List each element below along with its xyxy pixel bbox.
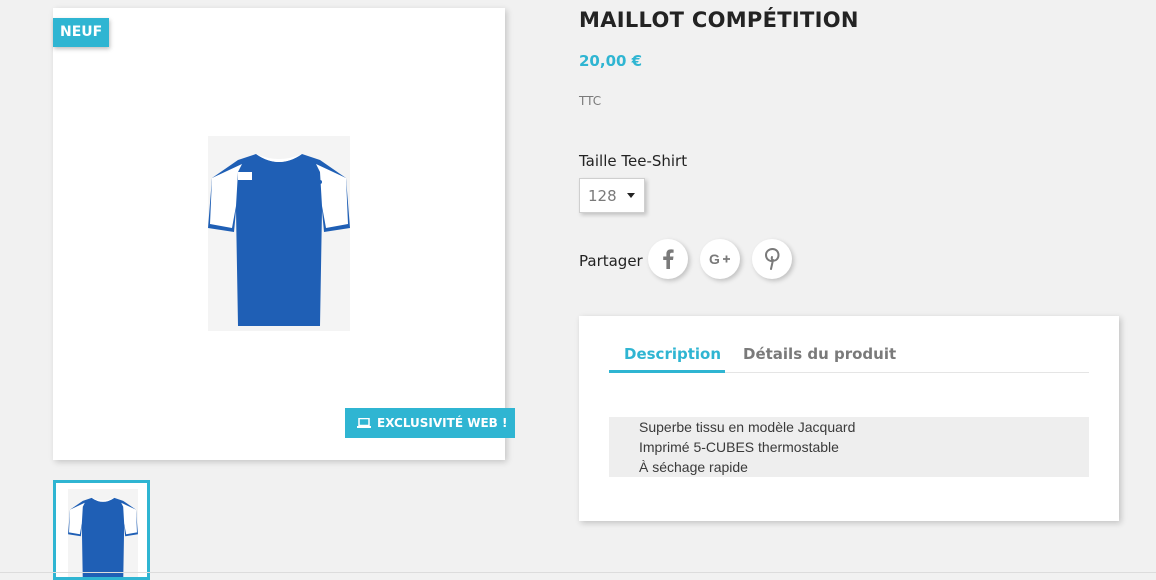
new-badge: NEUF <box>53 18 110 47</box>
tax-label: TTC <box>579 94 602 108</box>
thumbnail-photo <box>68 489 138 577</box>
facebook-icon <box>663 249 674 269</box>
pinterest-icon <box>764 248 780 270</box>
product-price: 20,00 € <box>579 52 643 70</box>
google-plus-icon: G <box>709 252 730 266</box>
chevron-down-icon <box>626 193 635 198</box>
jersey-thumbnail-image <box>68 497 138 577</box>
description-line: À séchage rapide <box>639 459 748 475</box>
pinterest-share-button[interactable] <box>752 239 792 279</box>
tab-product-details[interactable]: Détails du produit <box>743 345 896 363</box>
size-select[interactable]: 128 <box>579 178 645 213</box>
facebook-share-button[interactable] <box>648 239 688 279</box>
description-line: Superbe tissu en modèle Jacquard <box>639 419 856 435</box>
tab-description[interactable]: Description <box>624 345 721 363</box>
jersey-image <box>208 154 350 326</box>
section-divider <box>0 572 1156 573</box>
size-label: Taille Tee-Shirt <box>579 152 688 170</box>
laptop-icon <box>357 418 371 428</box>
product-title: MAILLOT COMPÉTITION <box>579 8 859 32</box>
web-exclusive-badge: EXCLUSIVITÉ WEB ! <box>345 408 516 438</box>
description-line: Imprimé 5-CUBES thermostable <box>639 439 839 455</box>
size-selected-value: 128 <box>588 186 617 205</box>
share-label: Partager <box>579 252 643 270</box>
google-plus-share-button[interactable]: G <box>700 239 740 279</box>
web-exclusive-label: EXCLUSIVITÉ WEB ! <box>377 416 508 430</box>
product-thumbnail[interactable] <box>53 480 150 580</box>
active-tab-indicator <box>609 370 725 373</box>
product-photo[interactable] <box>208 136 350 331</box>
svg-text:G: G <box>709 252 720 266</box>
